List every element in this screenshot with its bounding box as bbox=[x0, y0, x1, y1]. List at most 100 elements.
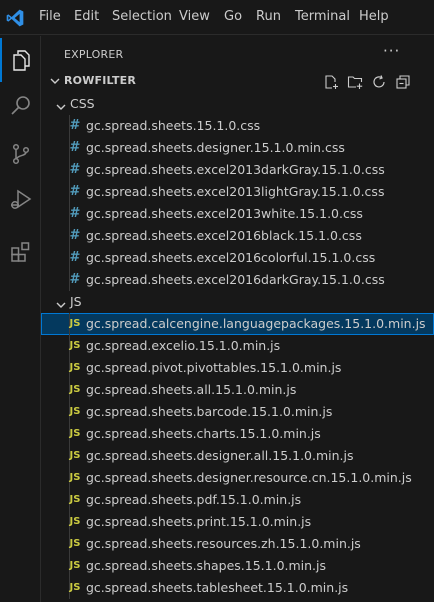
menu-bar: File Edit Selection View Go Run Terminal… bbox=[0, 0, 434, 35]
section-actions bbox=[322, 71, 412, 93]
menu-file[interactable]: File bbox=[39, 9, 61, 24]
file-label: gc.spread.sheets.excel2016black.15.1.0.c… bbox=[86, 228, 362, 243]
folder-row-js[interactable]: JS bbox=[41, 291, 434, 313]
file-label: gc.spread.sheets.shapes.15.1.0.min.js bbox=[86, 558, 327, 573]
js-file-icon: JS bbox=[69, 384, 81, 395]
file-row[interactable]: JS gc.spread.sheets.tablesheet.15.1.0.min… bbox=[41, 577, 434, 599]
new-file-button[interactable] bbox=[322, 73, 340, 91]
file-row[interactable]: JS gc.spread.sheets.all.15.1.0.min.js bbox=[41, 379, 434, 401]
extensions-button[interactable] bbox=[0, 230, 41, 274]
collapse-all-button[interactable] bbox=[394, 73, 412, 91]
file-label: gc.spread.pivot.pivottables.15.1.0.min.j… bbox=[86, 360, 342, 375]
file-row[interactable]: JS gc.spread.sheets.barcode.15.1.0.min.js bbox=[41, 401, 434, 423]
collapse-all-icon bbox=[396, 75, 410, 89]
file-row[interactable]: # gc.spread.sheets.excel2013lightGray.15.… bbox=[41, 181, 434, 203]
file-tree: CSS # gc.spread.sheets.15.1.0.css # gc.sprea… bbox=[41, 93, 434, 599]
file-label: gc.spread.sheets.designer.15.1.0.min.css bbox=[86, 140, 345, 155]
file-label: gc.spread.sheets.designer.all.15.1.0.min… bbox=[86, 448, 354, 463]
search-button[interactable] bbox=[0, 84, 41, 128]
menu-run[interactable]: Run bbox=[256, 9, 281, 24]
file-row[interactable]: JS gc.spread.sheets.print.15.1.0.min.js bbox=[41, 511, 434, 533]
file-label: gc.spread.sheets.excel2013lightGray.15.1… bbox=[86, 184, 385, 199]
file-label: gc.spread.sheets.pdf.15.1.0.min.js bbox=[86, 492, 302, 507]
file-label: gc.spread.sheets.15.1.0.css bbox=[86, 118, 261, 133]
source-control-button[interactable] bbox=[0, 132, 41, 176]
file-row[interactable]: JS gc.spread.sheets.designer.resource.cn.… bbox=[41, 467, 434, 489]
css-file-icon: # bbox=[69, 228, 81, 243]
refresh-icon bbox=[373, 75, 385, 88]
section-title: ROWFILTER bbox=[64, 74, 137, 87]
file-row[interactable]: JS gc.spread.pivot.pivottables.15.1.0.min… bbox=[41, 357, 434, 379]
file-label: gc.spread.sheets.designer.resource.cn.15… bbox=[86, 470, 412, 485]
file-label: gc.spread.sheets.excel2013white.15.1.0.c… bbox=[86, 206, 363, 221]
menu-terminal[interactable]: Terminal bbox=[295, 9, 350, 24]
menu-help[interactable]: Help bbox=[359, 9, 389, 24]
file-label: gc.spread.sheets.all.15.1.0.min.js bbox=[86, 382, 297, 397]
js-file-icon: JS bbox=[69, 362, 81, 373]
js-file-icon: JS bbox=[69, 582, 81, 593]
css-file-icon: # bbox=[69, 140, 81, 155]
run-debug-button[interactable] bbox=[0, 178, 41, 222]
file-label: gc.spread.sheets.excel2016colorful.15.1.… bbox=[86, 250, 376, 265]
explorer-button[interactable] bbox=[0, 38, 41, 82]
file-row[interactable]: # gc.spread.sheets.excel2016black.15.1.0.… bbox=[41, 225, 434, 247]
js-file-icon: JS bbox=[69, 450, 81, 461]
file-row[interactable]: JS gc.spread.sheets.designer.all.15.1.0.m… bbox=[41, 445, 434, 467]
file-row[interactable]: # gc.spread.sheets.15.1.0.css bbox=[41, 115, 434, 137]
css-file-icon: # bbox=[69, 118, 81, 133]
file-label: gc.spread.sheets.print.15.1.0.min.js bbox=[86, 514, 312, 529]
file-row[interactable]: JS gc.spread.sheets.charts.15.1.0.min.js bbox=[41, 423, 434, 445]
js-file-icon: JS bbox=[69, 428, 81, 439]
file-row[interactable]: JS gc.spread.sheets.pdf.15.1.0.min.js bbox=[41, 489, 434, 511]
refresh-button[interactable] bbox=[370, 73, 388, 91]
menu-go[interactable]: Go bbox=[224, 9, 242, 24]
file-row[interactable]: # gc.spread.sheets.excel2013darkGray.15.1… bbox=[41, 159, 434, 181]
menu-edit[interactable]: Edit bbox=[74, 9, 99, 24]
file-label: gc.spread.sheets.barcode.15.1.0.min.js bbox=[86, 404, 333, 419]
new-file-icon bbox=[325, 75, 338, 89]
vscode-logo-icon bbox=[6, 9, 24, 27]
file-label: gc.spread.sheets.excel2016darkGray.15.1.… bbox=[86, 272, 385, 287]
explorer-icon bbox=[12, 50, 30, 71]
extensions-icon bbox=[10, 242, 29, 262]
file-row[interactable]: JS gc.spread.sheets.shapes.15.1.0.min.js bbox=[41, 555, 434, 577]
new-folder-icon bbox=[347, 76, 363, 89]
file-label: gc.spread.sheets.excel2013darkGray.15.1.… bbox=[86, 162, 385, 177]
menu-view[interactable]: View bbox=[179, 9, 210, 24]
chevron-down-icon bbox=[50, 78, 60, 84]
js-file-icon: JS bbox=[69, 472, 81, 483]
file-row[interactable]: # gc.spread.sheets.excel2016colorful.15.1… bbox=[41, 247, 434, 269]
css-file-icon: # bbox=[69, 184, 81, 199]
file-row[interactable]: JS gc.spread.calcengine.languagepackages.… bbox=[41, 313, 434, 335]
css-file-icon: # bbox=[69, 206, 81, 221]
js-file-icon: JS bbox=[69, 406, 81, 417]
new-folder-button[interactable] bbox=[346, 73, 364, 91]
js-file-icon: JS bbox=[69, 538, 81, 549]
folder-label: CSS bbox=[70, 96, 95, 111]
sidebar-title: EXPLORER bbox=[64, 48, 124, 61]
file-row[interactable]: # gc.spread.sheets.designer.15.1.0.min.cs… bbox=[41, 137, 434, 159]
file-row[interactable]: # gc.spread.sheets.excel2016darkGray.15.1… bbox=[41, 269, 434, 291]
search-icon bbox=[10, 96, 30, 115]
file-label: gc.spread.calcengine.languagepackages.15… bbox=[86, 316, 426, 331]
run-debug-icon bbox=[10, 189, 31, 209]
js-file-icon: JS bbox=[69, 318, 81, 329]
file-row[interactable]: JS gc.spread.excelio.15.1.0.min.js bbox=[41, 335, 434, 357]
more-actions-button[interactable]: ··· bbox=[383, 42, 400, 60]
file-row[interactable]: # gc.spread.sheets.excel2013white.15.1.0.… bbox=[41, 203, 434, 225]
section-header-rowfilter[interactable]: ROWFILTER bbox=[41, 71, 434, 93]
explorer-sidebar: EXPLORER ··· ROWFILTER CSS # gc.spread.s… bbox=[41, 36, 434, 602]
css-file-icon: # bbox=[69, 162, 81, 177]
file-label: gc.spread.excelio.15.1.0.min.js bbox=[86, 338, 281, 353]
file-label: gc.spread.sheets.tablesheet.15.1.0.min.j… bbox=[86, 580, 349, 595]
source-control-icon bbox=[12, 143, 29, 165]
menu-selection[interactable]: Selection bbox=[112, 9, 172, 24]
file-row[interactable]: JS gc.spread.sheets.resources.zh.15.1.0.m… bbox=[41, 533, 434, 555]
folder-label: JS bbox=[70, 294, 82, 309]
file-label: gc.spread.sheets.charts.15.1.0.min.js bbox=[86, 426, 321, 441]
css-file-icon: # bbox=[69, 250, 81, 265]
js-file-icon: JS bbox=[69, 494, 81, 505]
folder-row-css[interactable]: CSS bbox=[41, 93, 434, 115]
js-file-icon: JS bbox=[69, 516, 81, 527]
file-label: gc.spread.sheets.resources.zh.15.1.0.min… bbox=[86, 536, 361, 551]
